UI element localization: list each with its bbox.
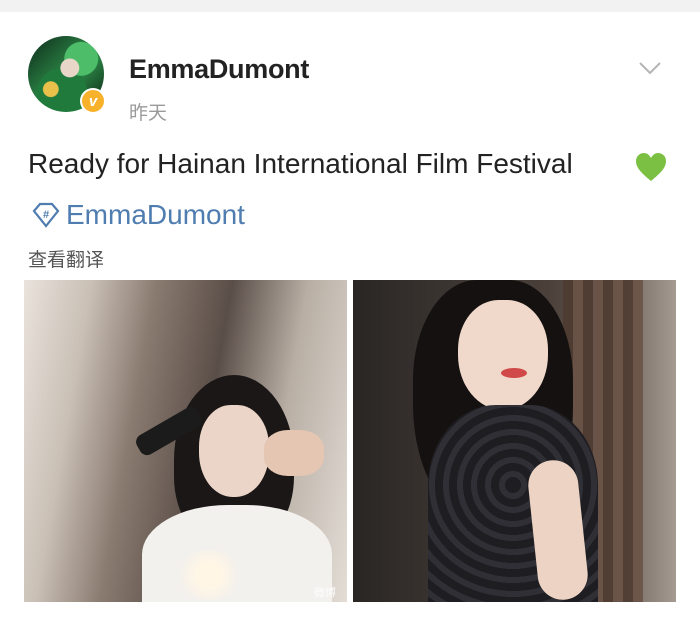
- translate-link[interactable]: 查看翻译: [28, 245, 104, 272]
- chevron-down-icon[interactable]: [638, 60, 662, 76]
- post-photo-2[interactable]: [353, 280, 676, 602]
- green-heart-icon: [636, 153, 666, 181]
- post-timestamp: 昨天: [129, 103, 168, 124]
- photo-subject-lips: [501, 368, 527, 378]
- photo-hand: [264, 430, 324, 476]
- weibo-post-card: v EmmaDumont 昨天 Ready for Hainan Interna…: [0, 12, 700, 620]
- photo-subject-face: [199, 405, 269, 497]
- svg-text:#: #: [43, 209, 49, 221]
- photo-bokeh: [174, 550, 244, 600]
- photo-watermark: 微博: [314, 587, 336, 599]
- verified-badge-icon: v: [80, 88, 106, 114]
- photo-subject-face: [458, 300, 548, 410]
- author-name[interactable]: EmmaDumont: [129, 54, 309, 85]
- post-photo-1[interactable]: 微博: [24, 280, 347, 602]
- super-topic-diamond-icon: #: [32, 202, 60, 228]
- mention-link[interactable]: # EmmaDumont: [30, 197, 245, 233]
- post-text: Ready for Hainan International Film Fest…: [28, 148, 573, 179]
- mention-text[interactable]: EmmaDumont: [66, 199, 245, 231]
